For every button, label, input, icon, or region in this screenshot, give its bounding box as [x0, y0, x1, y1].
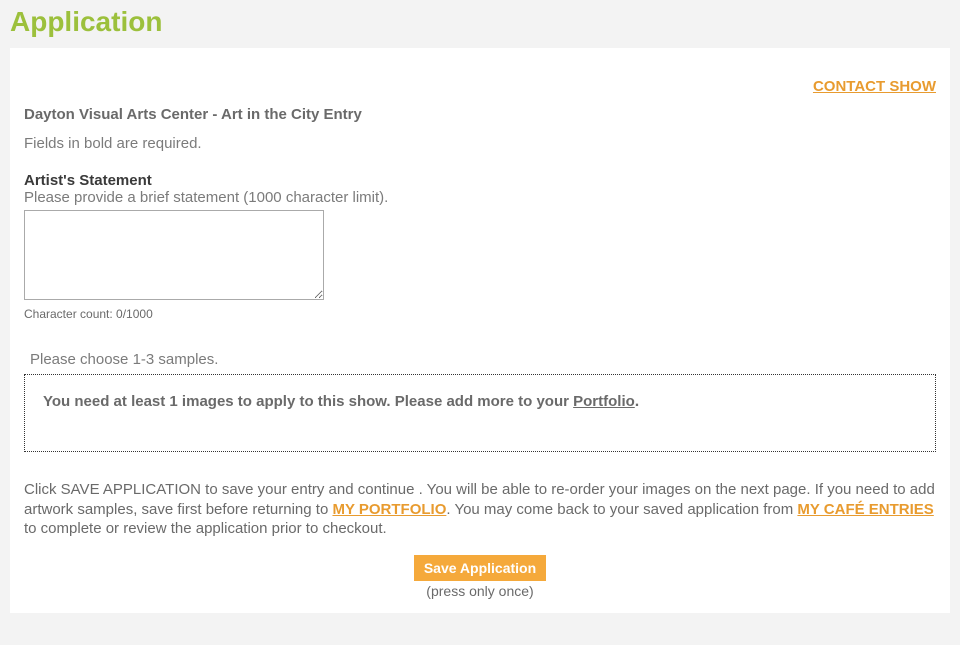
samples-warning-dot: .: [635, 393, 639, 410]
artist-statement-help: Please provide a brief statement (1000 c…: [24, 189, 936, 206]
contact-show-row: CONTACT SHOW: [24, 78, 936, 96]
my-cafe-entries-link[interactable]: MY CAFÉ ENTRIES: [797, 501, 933, 518]
press-once-note: (press only once): [24, 583, 936, 599]
save-instructions: Click SAVE APPLICATION to save your entr…: [24, 480, 936, 539]
save-row: Save Application (press only once): [24, 555, 936, 599]
page-title: Application: [0, 0, 960, 48]
portfolio-link[interactable]: Portfolio: [573, 393, 635, 410]
char-count-value: 0/1000: [116, 307, 153, 321]
artist-statement-label: Artist's Statement: [24, 172, 936, 189]
char-count-prefix: Character count:: [24, 307, 116, 321]
artist-statement-textarea[interactable]: [24, 210, 324, 300]
character-count: Character count: 0/1000: [24, 307, 936, 321]
save-instr-part3: to complete or review the application pr…: [24, 520, 387, 537]
samples-warning-text: You need at least 1 images to apply to t…: [43, 393, 573, 410]
application-card: CONTACT SHOW Dayton Visual Arts Center -…: [10, 48, 950, 613]
save-application-button[interactable]: Save Application: [414, 555, 546, 581]
samples-box: You need at least 1 images to apply to t…: [24, 374, 936, 452]
required-note: Fields in bold are required.: [24, 135, 936, 152]
entry-title: Dayton Visual Arts Center - Art in the C…: [24, 106, 936, 123]
save-instr-part2: . You may come back to your saved applic…: [446, 501, 797, 518]
samples-choose-note: Please choose 1-3 samples.: [30, 351, 936, 368]
contact-show-link[interactable]: CONTACT SHOW: [813, 78, 936, 95]
my-portfolio-link[interactable]: MY PORTFOLIO: [332, 501, 446, 518]
